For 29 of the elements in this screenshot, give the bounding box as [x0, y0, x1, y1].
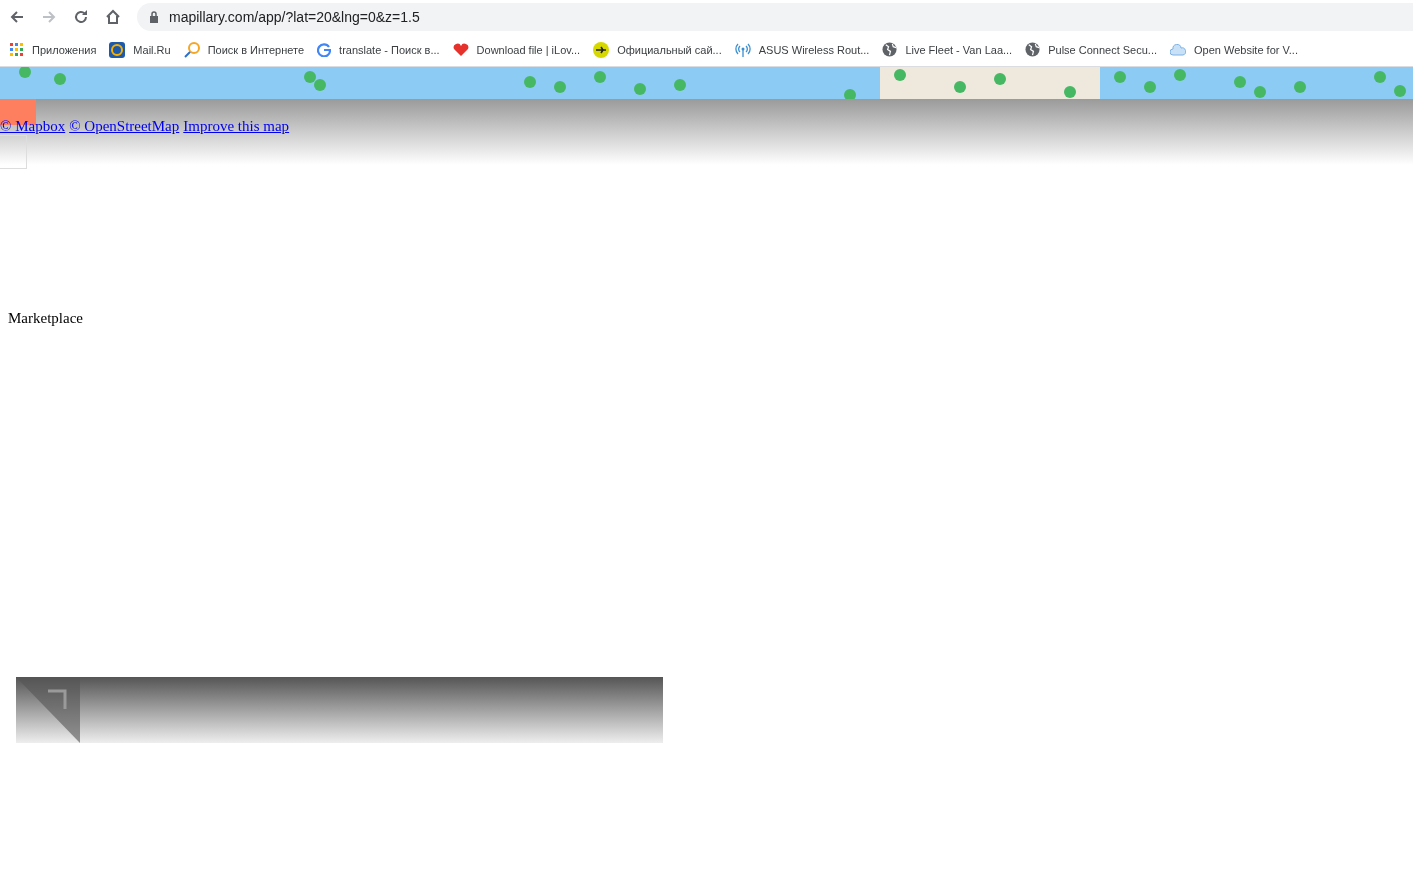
address-bar[interactable]: mapillary.com/app/?lat=20&lng=0&z=1.5 [137, 2, 1413, 31]
empty-box [0, 135, 27, 169]
bookmark-item[interactable]: Open Website for V... [1170, 43, 1298, 56]
marketplace-text: Marketplace [8, 310, 84, 327]
bookmark-item[interactable]: Live Fleet - Van Laa... [882, 42, 1013, 57]
cloud-icon [1170, 43, 1187, 56]
bookmark-item[interactable]: Официальный сай... [593, 41, 722, 58]
back-icon[interactable] [9, 8, 25, 25]
magnifier-icon [183, 41, 200, 58]
bookmark-item[interactable]: Поиск в Интернете [183, 41, 305, 58]
home-icon[interactable] [105, 8, 121, 25]
bookmark-item[interactable]: ASUS Wireless Rout... [734, 42, 870, 57]
attribution-link[interactable]: © OpenStreetMap [69, 118, 180, 134]
bookmark-item[interactable]: Download file | iLov... [452, 42, 581, 57]
bookmark-item[interactable]: Pulse Connect Secu... [1025, 42, 1158, 57]
globe-icon [1025, 42, 1041, 57]
heart-icon [452, 42, 469, 57]
attribution-link[interactable]: Improve this map [183, 118, 290, 134]
wireless-icon [734, 42, 751, 57]
bookmark-item[interactable]: Приложения [10, 42, 97, 57]
plane-icon [593, 41, 610, 58]
reload-icon[interactable] [73, 8, 89, 25]
attribution-link[interactable]: © Mapbox [0, 118, 66, 134]
g-letter-icon [317, 42, 332, 57]
apps-grid-icon [10, 42, 24, 57]
bookmark-item[interactable]: Mail.Ru [109, 41, 171, 58]
bookmark-item[interactable]: translate - Поиск в... [317, 42, 440, 57]
globe-icon [882, 42, 898, 57]
lock-icon [149, 10, 159, 23]
